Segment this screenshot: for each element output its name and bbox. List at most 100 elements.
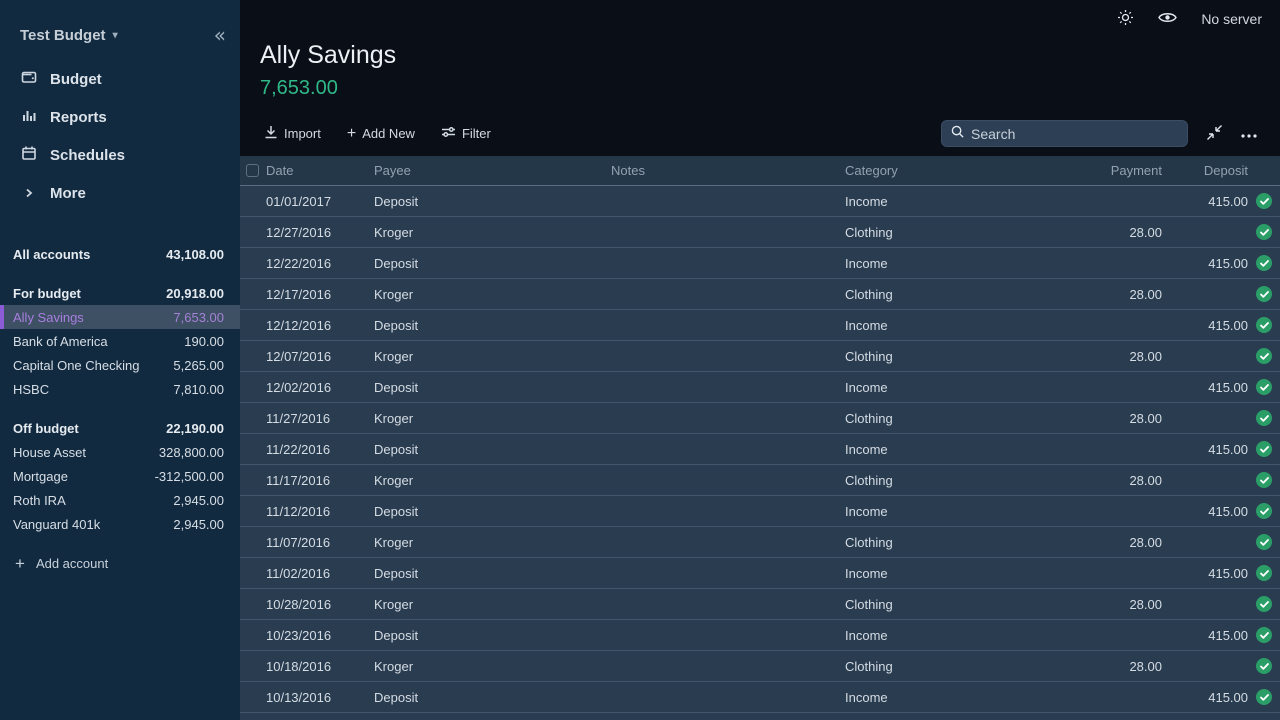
transaction-payee[interactable]: Kroger — [374, 597, 611, 612]
add-new-button[interactable]: + Add New — [347, 126, 415, 142]
sidebar-account-item[interactable]: Roth IRA 2,945.00 — [0, 488, 240, 512]
cleared-check-icon[interactable] — [1256, 503, 1272, 519]
cleared-check-icon[interactable] — [1256, 193, 1272, 209]
transaction-payee[interactable]: Kroger — [374, 473, 611, 488]
account-balance-total[interactable]: 7,653.00 — [260, 77, 1280, 100]
transaction-date[interactable]: 11/22/2016 — [266, 442, 374, 457]
sidebar-account-item[interactable]: HSBC 7,810.00 — [0, 377, 240, 401]
cleared-check-icon[interactable] — [1256, 348, 1272, 364]
sidebar-account-item[interactable]: House Asset 328,800.00 — [0, 440, 240, 464]
transaction-row[interactable]: 10/28/2016 Kroger Clothing 28.00 — [240, 589, 1280, 620]
transaction-category[interactable]: Clothing — [845, 473, 1056, 488]
transaction-category[interactable]: Income — [845, 194, 1056, 209]
transaction-date[interactable]: 12/12/2016 — [266, 318, 374, 333]
transaction-date[interactable]: 01/01/2017 — [266, 194, 374, 209]
all-accounts-row[interactable]: All accounts 43,108.00 — [0, 242, 240, 266]
transaction-row[interactable]: 11/12/2016 Deposit Income 415.00 — [240, 496, 1280, 527]
transaction-payment[interactable]: 28.00 — [1056, 411, 1162, 426]
privacy-toggle-button[interactable] — [1158, 11, 1177, 27]
transaction-payment[interactable]: 28.00 — [1056, 287, 1162, 302]
transaction-date[interactable]: 11/07/2016 — [266, 535, 374, 550]
transaction-payment[interactable]: 28.00 — [1056, 473, 1162, 488]
transaction-row[interactable]: 11/07/2016 Kroger Clothing 28.00 — [240, 527, 1280, 558]
transaction-category[interactable]: Income — [845, 504, 1056, 519]
transaction-deposit[interactable]: 415.00 — [1162, 442, 1248, 457]
transaction-category[interactable]: Income — [845, 256, 1056, 271]
cleared-check-icon[interactable] — [1256, 317, 1272, 333]
transaction-payee[interactable]: Kroger — [374, 225, 611, 240]
cleared-check-icon[interactable] — [1256, 410, 1272, 426]
transaction-payee[interactable]: Kroger — [374, 287, 611, 302]
transaction-category[interactable]: Clothing — [845, 349, 1056, 364]
transaction-date[interactable]: 10/18/2016 — [266, 659, 374, 674]
cleared-check-icon[interactable] — [1256, 379, 1272, 395]
import-button[interactable]: Import — [264, 125, 321, 142]
account-menu-button[interactable] — [1241, 126, 1257, 141]
transaction-category[interactable]: Clothing — [845, 659, 1056, 674]
transaction-payee[interactable]: Kroger — [374, 659, 611, 674]
collapse-transactions-button[interactable] — [1206, 124, 1223, 144]
transaction-row[interactable]: 01/01/2017 Deposit Income 415.00 — [240, 186, 1280, 217]
transaction-payment[interactable]: 28.00 — [1056, 597, 1162, 612]
transaction-category[interactable]: Income — [845, 628, 1056, 643]
transaction-category[interactable]: Clothing — [845, 411, 1056, 426]
transaction-deposit[interactable]: 415.00 — [1162, 566, 1248, 581]
transaction-payee[interactable]: Kroger — [374, 349, 611, 364]
cleared-check-icon[interactable] — [1256, 596, 1272, 612]
transaction-payment[interactable]: 28.00 — [1056, 659, 1162, 674]
add-account-button[interactable]: + Add account — [0, 551, 108, 575]
cleared-check-icon[interactable] — [1256, 689, 1272, 705]
transaction-category[interactable]: Clothing — [845, 597, 1056, 612]
sidebar-collapse-button[interactable]: « — [214, 25, 226, 45]
transaction-row[interactable]: 11/27/2016 Kroger Clothing 28.00 — [240, 403, 1280, 434]
transaction-payee[interactable]: Deposit — [374, 690, 611, 705]
transaction-payment[interactable]: 28.00 — [1056, 349, 1162, 364]
transaction-payee[interactable]: Deposit — [374, 318, 611, 333]
transaction-category[interactable]: Clothing — [845, 225, 1056, 240]
transaction-date[interactable]: 11/27/2016 — [266, 411, 374, 426]
sidebar-account-item[interactable]: Ally Savings 7,653.00 — [0, 305, 240, 329]
budget-switcher[interactable]: Test Budget ▾ — [20, 27, 118, 44]
sidebar-item-more[interactable]: More — [0, 174, 240, 212]
sidebar-item-budget[interactable]: Budget — [0, 60, 240, 98]
transaction-date[interactable]: 11/17/2016 — [266, 473, 374, 488]
transaction-category[interactable]: Income — [845, 566, 1056, 581]
cleared-check-icon[interactable] — [1256, 286, 1272, 302]
transaction-deposit[interactable]: 415.00 — [1162, 318, 1248, 333]
cleared-check-icon[interactable] — [1256, 658, 1272, 674]
sidebar-account-item[interactable]: Vanguard 401k 2,945.00 — [0, 512, 240, 536]
transaction-row[interactable]: 12/22/2016 Deposit Income 415.00 — [240, 248, 1280, 279]
transaction-row[interactable]: 11/22/2016 Deposit Income 415.00 — [240, 434, 1280, 465]
transaction-date[interactable]: 10/23/2016 — [266, 628, 374, 643]
transaction-date[interactable]: 12/17/2016 — [266, 287, 374, 302]
transaction-category[interactable]: Income — [845, 380, 1056, 395]
transaction-payee[interactable]: Kroger — [374, 411, 611, 426]
server-status-button[interactable]: No server — [1201, 11, 1262, 27]
sidebar-item-reports[interactable]: Reports — [0, 98, 240, 136]
transaction-row[interactable]: 12/07/2016 Kroger Clothing 28.00 — [240, 341, 1280, 372]
transaction-deposit[interactable]: 415.00 — [1162, 690, 1248, 705]
transaction-row[interactable]: 12/12/2016 Deposit Income 415.00 — [240, 310, 1280, 341]
transaction-row[interactable]: 11/17/2016 Kroger Clothing 28.00 — [240, 465, 1280, 496]
transaction-row[interactable]: 12/02/2016 Deposit Income 415.00 — [240, 372, 1280, 403]
transaction-payment[interactable]: 28.00 — [1056, 225, 1162, 240]
transaction-date[interactable]: 10/13/2016 — [266, 690, 374, 705]
transaction-date[interactable]: 12/27/2016 — [266, 225, 374, 240]
transaction-row[interactable]: 12/27/2016 Kroger Clothing 28.00 — [240, 217, 1280, 248]
transaction-payee[interactable]: Deposit — [374, 566, 611, 581]
transaction-row[interactable]: 12/17/2016 Kroger Clothing 28.00 — [240, 279, 1280, 310]
transaction-payee[interactable]: Deposit — [374, 442, 611, 457]
transaction-payee[interactable]: Deposit — [374, 504, 611, 519]
search-input[interactable] — [971, 126, 1178, 142]
transaction-category[interactable]: Income — [845, 442, 1056, 457]
transaction-payee[interactable]: Deposit — [374, 256, 611, 271]
theme-toggle-button[interactable] — [1117, 9, 1134, 29]
sidebar-item-schedules[interactable]: Schedules — [0, 136, 240, 174]
transaction-payment[interactable]: 28.00 — [1056, 535, 1162, 550]
cleared-check-icon[interactable] — [1256, 472, 1272, 488]
cleared-check-icon[interactable] — [1256, 255, 1272, 271]
transaction-date[interactable]: 12/07/2016 — [266, 349, 374, 364]
transaction-deposit[interactable]: 415.00 — [1162, 256, 1248, 271]
transaction-date[interactable]: 12/22/2016 — [266, 256, 374, 271]
transaction-row[interactable]: 10/13/2016 Deposit Income 415.00 — [240, 682, 1280, 713]
